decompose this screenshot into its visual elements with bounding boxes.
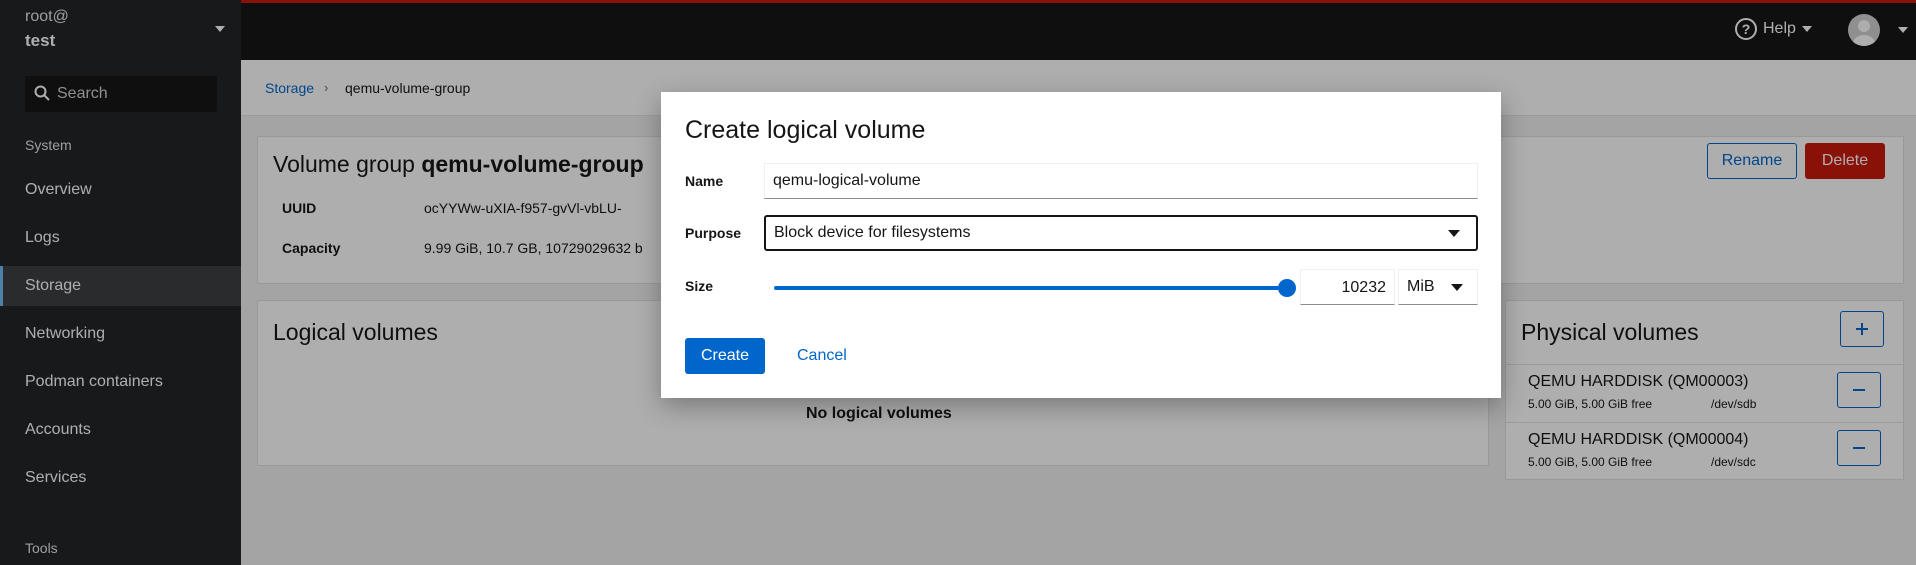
size-unit-value: MiB <box>1407 278 1435 295</box>
size-input[interactable]: 10232 <box>1300 269 1395 305</box>
size-slider-track[interactable] <box>774 286 1287 290</box>
name-input[interactable]: qemu-logical-volume <box>764 163 1478 199</box>
dialog-title: Create logical volume <box>685 116 926 144</box>
cancel-button[interactable]: Cancel <box>797 338 847 374</box>
size-label: Size <box>685 278 714 294</box>
purpose-label: Purpose <box>685 225 742 241</box>
caret-down-icon <box>1448 230 1460 237</box>
name-label: Name <box>685 173 724 189</box>
purpose-select[interactable]: Block device for filesystems <box>764 215 1478 251</box>
size-unit-select[interactable]: MiB <box>1398 269 1478 305</box>
create-logical-volume-dialog: Create logical volume Name qemu-logical-… <box>661 92 1501 398</box>
create-button[interactable]: Create <box>685 338 765 374</box>
purpose-selected-value: Block device for filesystems <box>774 224 971 241</box>
caret-down-icon <box>1451 284 1463 291</box>
size-slider-handle[interactable] <box>1278 279 1296 297</box>
